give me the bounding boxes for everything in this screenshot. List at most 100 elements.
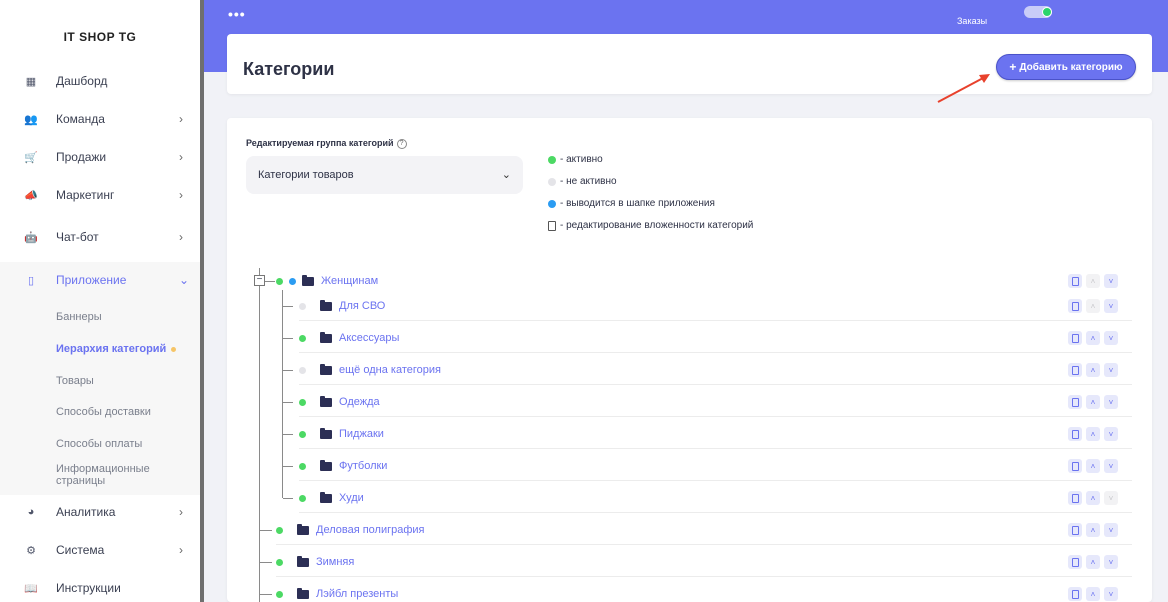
folder-icon xyxy=(320,331,332,343)
category-label[interactable]: Зимняя xyxy=(316,556,354,568)
chevron-right-icon: › xyxy=(179,505,183,519)
edit-nesting-button[interactable] xyxy=(1068,331,1082,345)
submenu-item-delivery[interactable]: Способы доставки xyxy=(56,406,151,418)
move-down-button[interactable]: ˅ xyxy=(1104,299,1118,313)
edit-nesting-button[interactable] xyxy=(1068,587,1082,601)
category-label[interactable]: Лэйбл презенты xyxy=(316,588,398,600)
category-label[interactable]: Деловая полиграфия xyxy=(316,524,425,536)
move-down-button[interactable]: ˅ xyxy=(1104,523,1118,537)
tree-row-sibling[interactable]: Зимняя xyxy=(276,551,354,573)
category-label[interactable]: Одежда xyxy=(339,396,380,408)
sidebar-item-team[interactable]: 👥 Команда › xyxy=(0,101,200,137)
tree-row-sibling[interactable]: Деловая полиграфия xyxy=(276,519,425,541)
tree-row-child[interactable]: Футболки xyxy=(299,455,387,477)
add-category-button[interactable]: + Добавить категорию xyxy=(996,54,1136,80)
move-down-button[interactable]: ˅ xyxy=(1104,491,1118,505)
category-group-select[interactable]: Категории товаров ⌄ xyxy=(246,156,523,194)
category-label[interactable]: Футболки xyxy=(339,460,387,472)
tree-row-child[interactable]: Аксессуары xyxy=(299,327,399,349)
help-icon[interactable]: ? xyxy=(396,138,407,149)
move-up-button[interactable]: ˄ xyxy=(1086,587,1100,601)
active-dot-icon xyxy=(276,590,283,598)
orders-link[interactable]: Заказы xyxy=(957,16,987,26)
sidebar-item-analytics[interactable]: ◕ Аналитика › xyxy=(0,494,200,530)
row-controls: ˄ ˅ xyxy=(1068,427,1118,441)
sidebar-item-instructions[interactable]: 📖 Инструкции xyxy=(0,570,200,602)
tree-row-child[interactable]: Одежда xyxy=(299,391,380,413)
move-up-button[interactable]: ˄ xyxy=(1086,299,1100,313)
submenu-item-info-pages[interactable]: Информационные страницы xyxy=(56,463,166,487)
tree-row-child[interactable]: Худи xyxy=(299,487,364,509)
chevron-down-icon: ⌄ xyxy=(501,169,511,181)
move-down-button[interactable]: ˅ xyxy=(1104,555,1118,569)
collapse-toggle[interactable]: − xyxy=(254,275,265,286)
sidebar-item-system[interactable]: ⚙ Система › xyxy=(0,532,200,568)
sidebar-item-chatbot[interactable]: 🤖 Чат-бот › xyxy=(0,219,200,255)
move-down-button[interactable]: ˅ xyxy=(1104,587,1118,601)
edit-nesting-button[interactable] xyxy=(1068,523,1082,537)
sidebar-item-sales[interactable]: 🛒 Продажи › xyxy=(0,139,200,175)
tree-row-sibling[interactable]: Лэйбл презенты xyxy=(276,583,398,602)
edit-nesting-button[interactable] xyxy=(1068,459,1082,473)
gears-icon: ⚙ xyxy=(26,544,36,557)
edit-nesting-button[interactable] xyxy=(1068,395,1082,409)
move-up-button[interactable]: ˄ xyxy=(1086,395,1100,409)
tree-row-root[interactable]: Женщинам xyxy=(276,270,378,292)
status-indicator xyxy=(1042,7,1052,17)
folder-icon xyxy=(320,299,332,311)
move-down-button[interactable]: ˅ xyxy=(1104,274,1118,288)
move-down-button[interactable]: ˅ xyxy=(1104,363,1118,377)
move-up-button[interactable]: ˄ xyxy=(1086,274,1100,288)
header-dot-icon xyxy=(289,277,296,285)
move-up-button[interactable]: ˄ xyxy=(1086,555,1100,569)
sidebar-item-marketing[interactable]: 📣 Маркетинг › xyxy=(0,177,200,213)
edit-nesting-button[interactable] xyxy=(1068,427,1082,441)
edit-nesting-button[interactable] xyxy=(1068,363,1082,377)
move-up-button[interactable]: ˄ xyxy=(1086,523,1100,537)
grid-icon: ▦ xyxy=(25,75,37,88)
document-icon xyxy=(1071,333,1079,343)
tree-row-child[interactable]: Пиджаки xyxy=(299,423,384,445)
move-up-button[interactable]: ˄ xyxy=(1086,331,1100,345)
submenu-item-banners[interactable]: Баннеры xyxy=(56,311,102,323)
category-label[interactable]: Худи xyxy=(339,492,364,504)
category-label[interactable]: ещё одна категория xyxy=(339,364,441,376)
move-up-button[interactable]: ˄ xyxy=(1086,459,1100,473)
category-label[interactable]: Аксессуары xyxy=(339,332,399,344)
category-label[interactable]: Женщинам xyxy=(321,275,378,287)
row-divider xyxy=(299,384,1132,385)
move-down-button[interactable]: ˅ xyxy=(1104,331,1118,345)
row-controls: ˄ ˅ xyxy=(1068,491,1118,505)
move-up-button[interactable]: ˄ xyxy=(1086,363,1100,377)
tree-row-child[interactable]: Для СВО xyxy=(299,295,385,317)
move-up-button[interactable]: ˄ xyxy=(1086,491,1100,505)
sidebar-item-dashboard[interactable]: ▦ Дашборд xyxy=(0,63,200,99)
move-down-button[interactable]: ˅ xyxy=(1104,427,1118,441)
move-up-button[interactable]: ˄ xyxy=(1086,427,1100,441)
edit-nesting-button[interactable] xyxy=(1068,555,1082,569)
legend-text: - редактирование вложенности категорий xyxy=(560,220,754,231)
status-toggle[interactable] xyxy=(1024,6,1052,18)
app-submenu-bg xyxy=(0,265,200,495)
move-down-button[interactable]: ˅ xyxy=(1104,459,1118,473)
submenu-item-category-hierarchy[interactable]: Иерархия категорий xyxy=(56,343,177,355)
active-dot-icon xyxy=(299,334,306,342)
sidebar-item-label: Аналитика xyxy=(56,505,116,519)
submenu-item-payment[interactable]: Способы оплаты xyxy=(56,438,142,450)
category-label[interactable]: Для СВО xyxy=(339,300,385,312)
edit-nesting-button[interactable] xyxy=(1068,299,1082,313)
move-down-button[interactable]: ˅ xyxy=(1104,395,1118,409)
document-icon xyxy=(1071,365,1079,375)
gray-dot-icon xyxy=(548,177,556,186)
tree-row-child[interactable]: ещё одна категория xyxy=(299,359,441,381)
sidebar-item-app[interactable]: ▯ Приложение ⌄ xyxy=(0,262,200,298)
menu-dots-icon[interactable]: ••• xyxy=(228,6,246,22)
edit-nesting-button[interactable] xyxy=(1068,491,1082,505)
category-label[interactable]: Пиджаки xyxy=(339,428,384,440)
document-icon xyxy=(548,220,556,231)
edit-nesting-button[interactable] xyxy=(1068,274,1082,288)
chevron-right-icon: › xyxy=(179,112,183,126)
chevron-down-icon: ⌄ xyxy=(179,273,190,287)
document-icon xyxy=(1071,493,1079,503)
submenu-item-products[interactable]: Товары xyxy=(56,375,94,387)
